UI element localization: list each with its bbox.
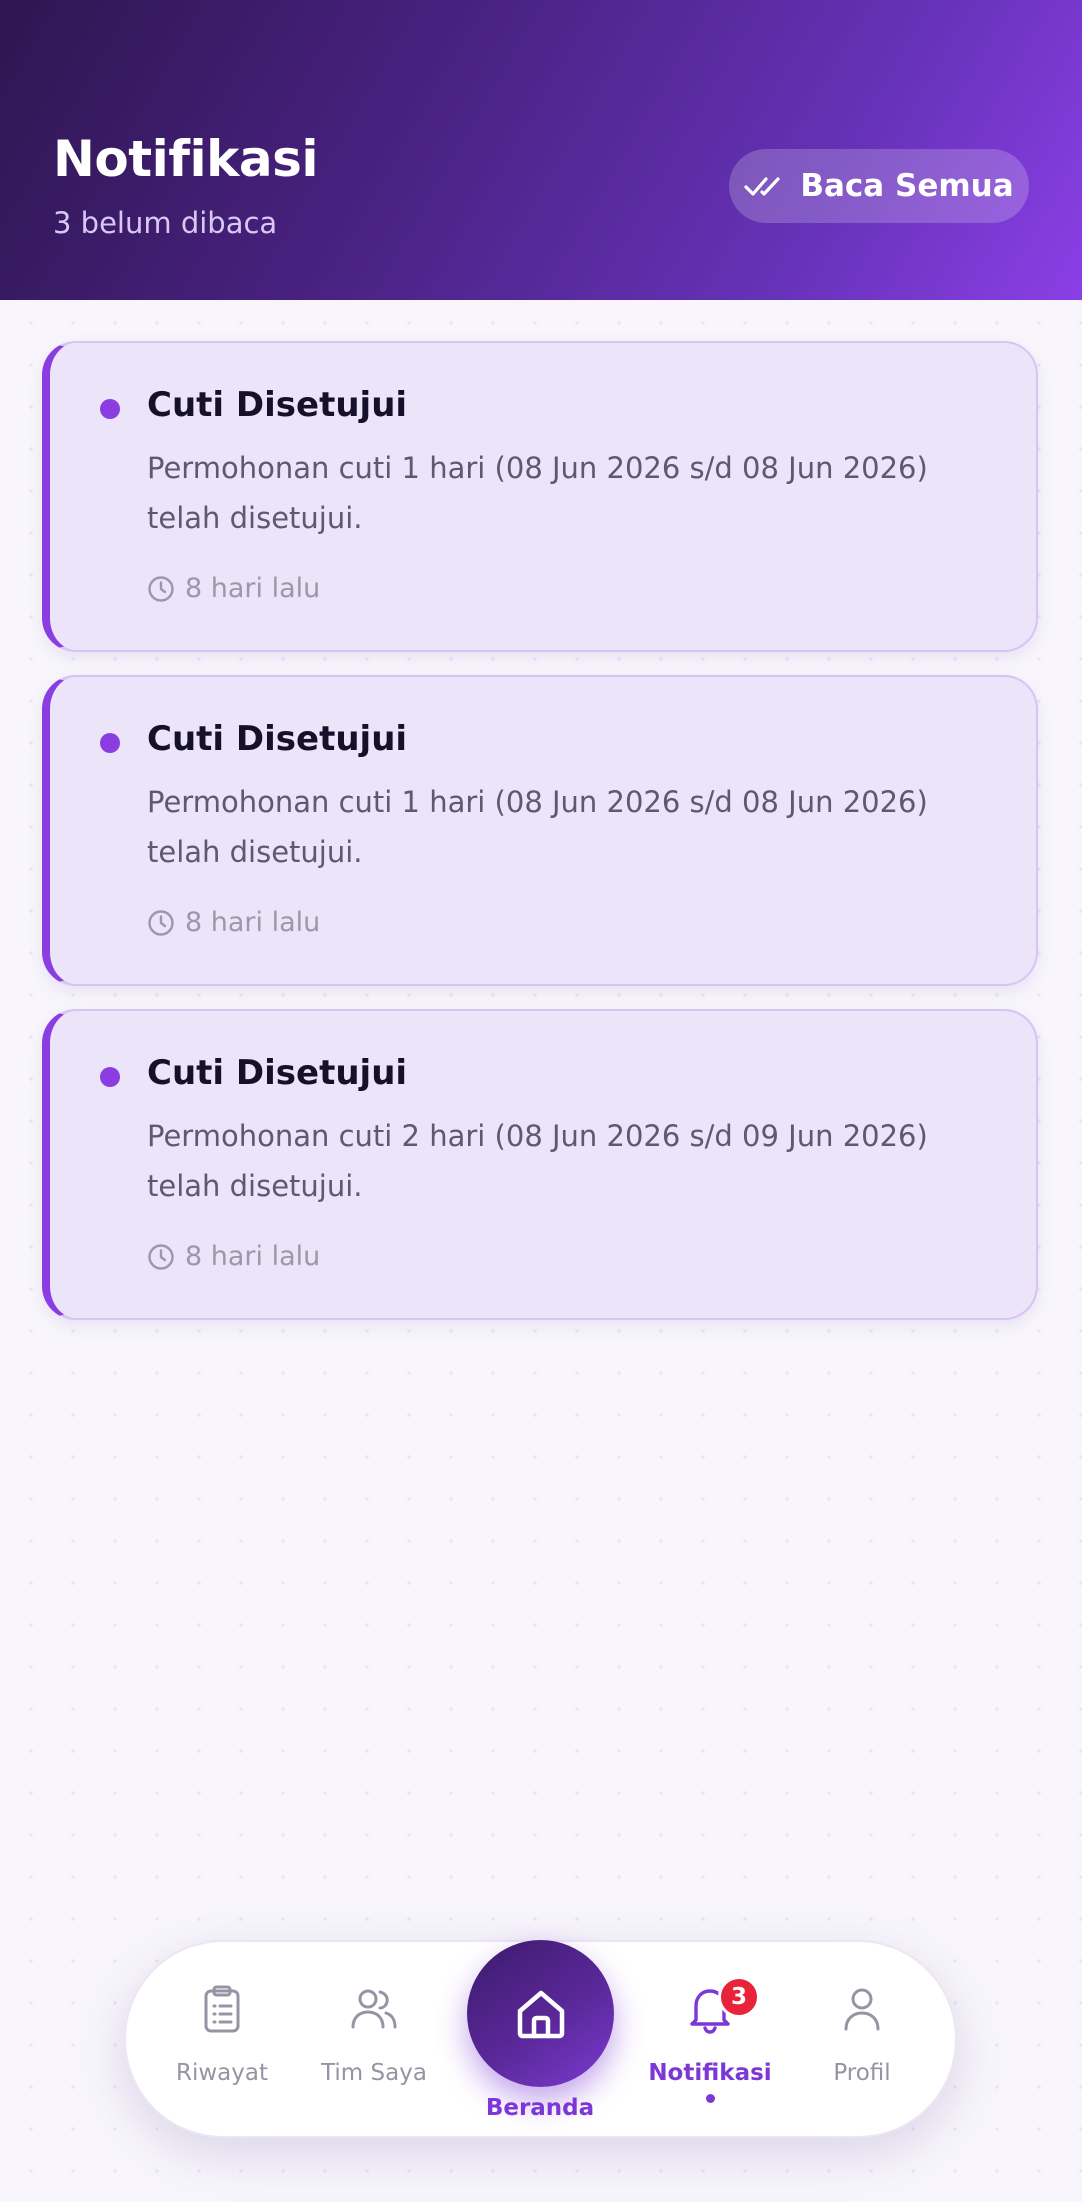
notification-title: Cuti Disetujui — [147, 385, 408, 425]
nav-item-notifikasi[interactable]: 3 Notifikasi — [640, 1976, 780, 2103]
double-check-icon — [744, 177, 780, 196]
active-indicator — [705, 2094, 715, 2103]
notification-message: Permohonan cuti 1 hari (08 Jun 2026 s/d … — [147, 451, 928, 535]
notification-message: Permohonan cuti 1 hari (08 Jun 2026 s/d … — [147, 785, 928, 869]
home-icon — [517, 1990, 564, 2038]
notification-message: Permohonan cuti 2 hari (08 Jun 2026 s/d … — [147, 1119, 928, 1203]
notification-time: 8 hari lalu — [147, 573, 320, 604]
notification-card[interactable]: Cuti Disetujui Permohonan cuti 2 hari (0… — [42, 1009, 1038, 1320]
notification-card[interactable]: Cuti Disetujui Permohonan cuti 1 hari (0… — [42, 341, 1038, 652]
notification-time: 8 hari lalu — [147, 907, 320, 938]
notification-badge: 3 — [718, 1976, 760, 2018]
nav-label-profil: Profil — [833, 2060, 891, 2086]
home-button[interactable] — [467, 1940, 614, 2087]
page-header: Notifikasi 3 belum dibaca Baca Semua — [0, 0, 1082, 300]
nav-label-beranda[interactable]: Beranda — [440, 2095, 640, 2121]
read-all-label: Baca Semua — [800, 168, 1014, 204]
nav-item-profil[interactable]: Profil — [792, 1982, 932, 2086]
user-icon — [844, 1988, 880, 2031]
notification-time-label: 8 hari lalu — [185, 907, 321, 938]
notification-time-label: 8 hari lalu — [185, 573, 321, 604]
unread-dot — [100, 399, 120, 419]
notification-time-label: 8 hari lalu — [185, 1241, 321, 1272]
nav-item-riwayat[interactable]: Riwayat — [152, 1982, 292, 2086]
nav-label-notifikasi: Notifikasi — [648, 2060, 772, 2086]
nav-item-tim-saya[interactable]: Tim Saya — [304, 1982, 444, 2086]
notification-title: Cuti Disetujui — [147, 719, 408, 759]
unread-dot — [100, 1067, 120, 1087]
unread-dot — [100, 733, 120, 753]
notification-title: Cuti Disetujui — [147, 1053, 408, 1093]
nav-label-riwayat: Riwayat — [176, 2060, 268, 2086]
clock-icon — [148, 1243, 174, 1270]
clock-icon — [148, 575, 174, 602]
clipboard-icon — [204, 1985, 240, 2033]
unread-count-text: 3 belum dibaca — [53, 206, 278, 240]
page-title: Notifikasi — [53, 130, 319, 188]
read-all-button[interactable]: Baca Semua — [729, 149, 1029, 223]
clock-icon — [148, 909, 174, 936]
notification-time: 8 hari lalu — [147, 1241, 320, 1272]
notification-list: Cuti Disetujui Permohonan cuti 1 hari (0… — [42, 341, 1038, 1343]
notification-card[interactable]: Cuti Disetujui Permohonan cuti 1 hari (0… — [42, 675, 1038, 986]
users-icon — [351, 1989, 397, 2029]
nav-label-tim-saya: Tim Saya — [321, 2060, 427, 2086]
